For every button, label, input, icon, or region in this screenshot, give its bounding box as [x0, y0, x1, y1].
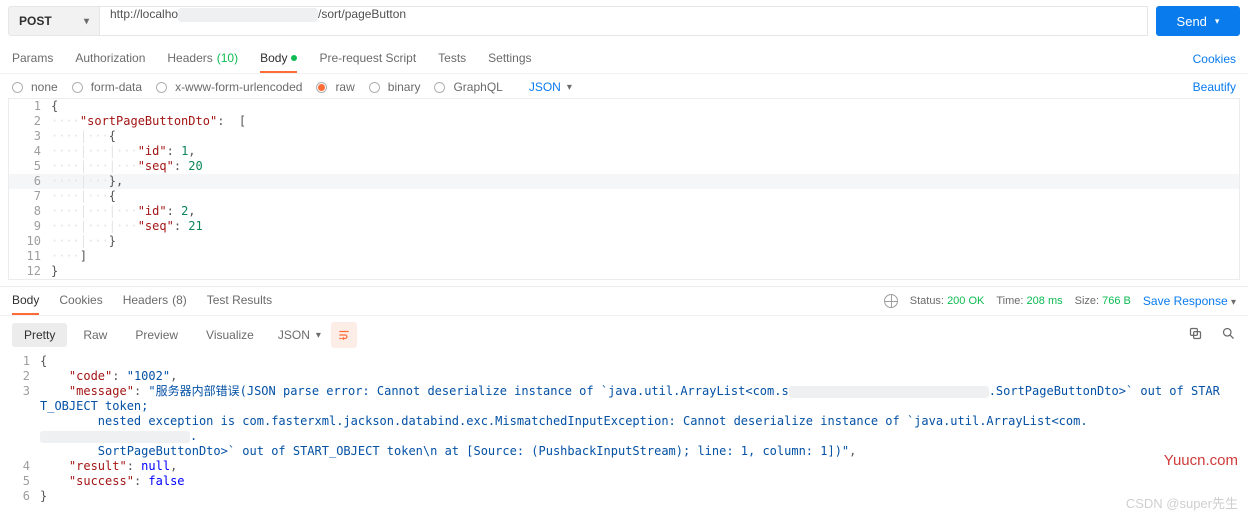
- resp-tab-cookies[interactable]: Cookies: [59, 287, 102, 315]
- tab-body[interactable]: Body: [260, 44, 297, 73]
- resp-tab-headers[interactable]: Headers (8): [123, 287, 187, 315]
- fmt-visualize[interactable]: Visualize: [194, 323, 266, 347]
- search-icon: [1221, 326, 1236, 341]
- save-response-button[interactable]: Save Response ▾: [1143, 294, 1236, 308]
- search-button[interactable]: [1221, 326, 1236, 344]
- copy-icon: [1188, 326, 1203, 341]
- body-opt-xwww[interactable]: x-www-form-urlencoded: [156, 80, 302, 94]
- url-suffix: /sort/pageButton: [318, 7, 406, 21]
- wrap-icon: [337, 328, 351, 342]
- resp-tab-tests[interactable]: Test Results: [207, 287, 272, 315]
- copy-button[interactable]: [1188, 326, 1203, 344]
- body-opt-binary[interactable]: binary: [369, 80, 421, 94]
- url-input[interactable]: http://localho/sort/pageButton: [100, 6, 1148, 36]
- body-opt-graphql[interactable]: GraphQL: [434, 80, 502, 94]
- chevron-down-icon: ▾: [316, 330, 321, 341]
- http-method-value: POST: [19, 14, 52, 28]
- fmt-preview[interactable]: Preview: [123, 323, 190, 347]
- size-block: Size: 766 B: [1075, 295, 1131, 307]
- request-body-editor[interactable]: 1{ 2····"sortPageButtonDto": [ 3····|···…: [8, 98, 1240, 280]
- send-label: Send: [1177, 14, 1207, 29]
- response-body-editor[interactable]: 1{ 2 "code": "1002", 3 "message": "服务器内部…: [8, 354, 1240, 504]
- url-prefix: http://localho: [110, 7, 178, 21]
- headers-count: (10): [217, 51, 238, 65]
- fmt-raw[interactable]: Raw: [71, 323, 119, 347]
- tab-headers[interactable]: Headers (10): [167, 44, 238, 73]
- tab-authorization[interactable]: Authorization: [75, 44, 145, 73]
- send-button[interactable]: Send ▾: [1156, 6, 1240, 36]
- tab-settings[interactable]: Settings: [488, 44, 531, 73]
- beautify-link[interactable]: Beautify: [1193, 80, 1236, 94]
- resp-format-select[interactable]: JSON ▾: [278, 328, 321, 342]
- body-opt-none[interactable]: none: [12, 80, 58, 94]
- status-block: Status: 200 OK: [910, 295, 985, 307]
- url-redacted: [178, 8, 318, 22]
- wrap-lines-button[interactable]: [331, 322, 357, 348]
- redacted-text: [789, 386, 989, 398]
- watermark-yuu: Yuucn.com: [1164, 452, 1238, 469]
- chevron-down-icon: ▾: [567, 82, 572, 93]
- dot-indicator-icon: [291, 55, 297, 61]
- tab-prerequest[interactable]: Pre-request Script: [319, 44, 416, 73]
- redacted-text: [40, 431, 190, 443]
- watermark-csdn: CSDN @super先生: [1126, 493, 1238, 512]
- chevron-down-icon: ▾: [84, 16, 89, 27]
- fmt-pretty[interactable]: Pretty: [12, 323, 67, 347]
- chevron-down-icon: ▾: [1215, 16, 1220, 27]
- raw-format-select[interactable]: JSON ▾: [529, 80, 572, 94]
- resp-tab-body[interactable]: Body: [12, 287, 39, 315]
- http-method-select[interactable]: POST ▾: [8, 6, 100, 36]
- body-opt-formdata[interactable]: form-data: [72, 80, 142, 94]
- body-opt-raw[interactable]: raw: [316, 80, 354, 94]
- time-block: Time: 208 ms: [996, 295, 1062, 307]
- tab-params[interactable]: Params: [12, 44, 53, 73]
- tab-tests[interactable]: Tests: [438, 44, 466, 73]
- globe-icon[interactable]: [884, 294, 898, 308]
- cookies-link[interactable]: Cookies: [1193, 52, 1236, 66]
